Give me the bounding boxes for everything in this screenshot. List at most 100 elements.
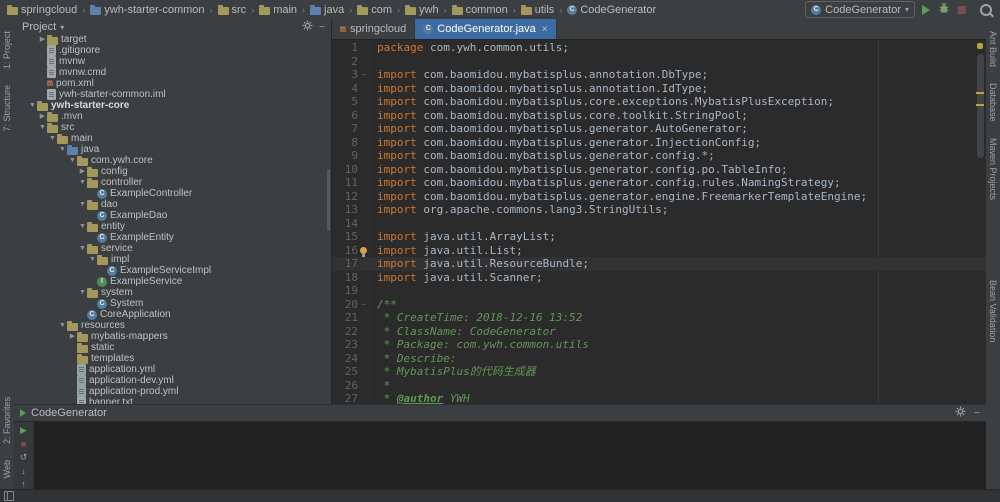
tree-item[interactable]: ▶ config	[14, 166, 331, 177]
hide-panel-icon[interactable]: −	[974, 408, 980, 419]
line-number[interactable]: 14	[332, 217, 358, 231]
tree-item[interactable]: ▼ src	[14, 122, 331, 133]
inspection-indicator[interactable]	[977, 43, 983, 49]
tree-item[interactable]: ▼ system	[14, 287, 331, 298]
tree-toggle-icon[interactable]: ▶	[38, 34, 47, 45]
line-number[interactable]: 16	[332, 244, 358, 258]
breadcrumb-item[interactable]: common	[449, 4, 511, 16]
tree-item[interactable]: ▼ impl	[14, 254, 331, 265]
breadcrumb-item[interactable]: springcloud	[4, 4, 80, 16]
breadcrumb-item[interactable]: ywh	[402, 4, 442, 16]
line-number[interactable]: 6	[332, 109, 358, 123]
toolwindow-switcher-icon[interactable]	[4, 491, 14, 501]
fold-marker-icon[interactable]: −	[358, 68, 370, 82]
tree-item[interactable]: ▶ .mvn	[14, 111, 331, 122]
tree-item[interactable]: C ExampleController	[14, 188, 331, 199]
tree-item[interactable]: ▼ java	[14, 144, 331, 155]
tree-item[interactable]: .gitignore	[14, 45, 331, 56]
project-scrollbar[interactable]	[327, 169, 330, 231]
line-number[interactable]: 13	[332, 203, 358, 217]
tree-item[interactable]: static	[14, 342, 331, 353]
breadcrumb-item[interactable]: com	[354, 4, 395, 16]
line-number[interactable]: 23	[332, 338, 358, 352]
tree-item[interactable]: mvnw.cmd	[14, 67, 331, 78]
line-number[interactable]: 24	[332, 352, 358, 366]
breadcrumb-item[interactable]: java	[307, 4, 347, 16]
fold-marker-icon[interactable]: −	[358, 297, 370, 311]
scrollbar-thumb[interactable]	[977, 54, 984, 158]
tree-toggle-icon[interactable]: ▼	[58, 320, 67, 331]
line-number[interactable]: 17	[332, 257, 358, 271]
tree-toggle-icon[interactable]: ▼	[78, 177, 87, 188]
close-icon[interactable]: ×	[542, 24, 548, 35]
line-number[interactable]: 12	[332, 190, 358, 204]
tree-item[interactable]: application-dev.yml	[14, 375, 331, 386]
line-number[interactable]: 21	[332, 311, 358, 325]
run-button[interactable]	[922, 4, 930, 15]
line-number[interactable]: 15	[332, 230, 358, 244]
settings-gear-icon[interactable]	[302, 20, 313, 34]
tree-toggle-icon[interactable]: ▶	[38, 111, 47, 122]
breadcrumb-item[interactable]: utils	[518, 4, 558, 16]
line-number[interactable]: 7	[332, 122, 358, 136]
tree-item[interactable]: C CoreApplication	[14, 309, 331, 320]
line-number[interactable]: 25	[332, 365, 358, 379]
tree-item[interactable]: ▼ resources	[14, 320, 331, 331]
tree-item[interactable]: I ExampleService	[14, 276, 331, 287]
line-number[interactable]: 19	[332, 284, 358, 298]
editor-scrollbar[interactable]	[974, 40, 986, 404]
tree-item[interactable]: m pom.xml	[14, 78, 331, 89]
settings-gear-icon[interactable]	[955, 406, 966, 420]
search-icon[interactable]	[980, 3, 992, 16]
tree-item[interactable]: banner.txt	[14, 397, 331, 404]
rerun-button[interactable]: ▶	[17, 425, 30, 436]
tree-toggle-icon[interactable]: ▶	[68, 331, 77, 342]
tree-item[interactable]: C ExampleServiceImpl	[14, 265, 331, 276]
editor[interactable]: 1 package com.ywh.common.utils; 2 3− import …	[332, 40, 986, 404]
scroll-up-button[interactable]: ↑	[17, 479, 30, 489]
tree-item[interactable]: ▼ main	[14, 133, 331, 144]
tree-toggle-icon[interactable]: ▼	[78, 243, 87, 254]
breadcrumb-item[interactable]: ywh-starter-common	[87, 4, 207, 16]
tree-item[interactable]: C ExampleDao	[14, 210, 331, 221]
tree-toggle-icon[interactable]: ▶	[78, 166, 87, 177]
run-configuration-select[interactable]: C CodeGenerator ▾	[805, 1, 915, 18]
breadcrumb-item[interactable]: src	[215, 4, 250, 16]
tree-item[interactable]: C System	[14, 298, 331, 309]
toolwindow-button[interactable]: 1: Project	[2, 31, 12, 69]
tree-toggle-icon[interactable]: ▼	[28, 100, 37, 111]
scroll-down-button[interactable]: ↓	[17, 466, 30, 476]
intention-bulb-icon[interactable]	[360, 246, 367, 257]
line-number[interactable]: 20	[332, 298, 358, 312]
toolwindow-button[interactable]: Ant Build	[988, 31, 998, 67]
line-number[interactable]: 18	[332, 271, 358, 285]
line-number[interactable]: 4	[332, 82, 358, 96]
run-tab-label[interactable]: CodeGenerator	[31, 407, 107, 419]
tree-item[interactable]: ▼ ywh-starter-core	[14, 100, 331, 111]
editor-tab[interactable]: C CodeGenerator.java ×	[415, 19, 557, 39]
line-number[interactable]: 11	[332, 176, 358, 190]
toolwindow-button[interactable]: Maven Projects	[988, 138, 998, 200]
stop-button[interactable]: ■	[17, 439, 30, 449]
stop-button[interactable]	[958, 5, 966, 14]
tree-item[interactable]: ywh-starter-common.iml	[14, 89, 331, 100]
tree-toggle-icon[interactable]: ▼	[88, 254, 97, 265]
tree-toggle-icon[interactable]: ▼	[68, 155, 77, 166]
tree-toggle-icon[interactable]: ▼	[48, 133, 57, 144]
run-console[interactable]	[34, 422, 986, 490]
line-number[interactable]: 2	[332, 55, 358, 69]
toolwindow-button[interactable]: Database	[988, 83, 998, 122]
project-view-select[interactable]: Project	[22, 21, 56, 33]
warning-stripe-mark[interactable]	[976, 104, 984, 106]
tree-item[interactable]: ▼ com.ywh.core	[14, 155, 331, 166]
tree-item[interactable]: ▼ entity	[14, 221, 331, 232]
editor-tab[interactable]: m springcloud	[332, 19, 416, 39]
line-number[interactable]: 5	[332, 95, 358, 109]
tree-item[interactable]: ▼ controller	[14, 177, 331, 188]
tree-item[interactable]: mvnw	[14, 56, 331, 67]
tree-toggle-icon[interactable]: ▼	[58, 144, 67, 155]
tree-toggle-icon[interactable]: ▼	[78, 287, 87, 298]
line-number[interactable]: 26	[332, 379, 358, 393]
line-number[interactable]: 3	[332, 68, 358, 82]
line-number[interactable]: 22	[332, 325, 358, 339]
